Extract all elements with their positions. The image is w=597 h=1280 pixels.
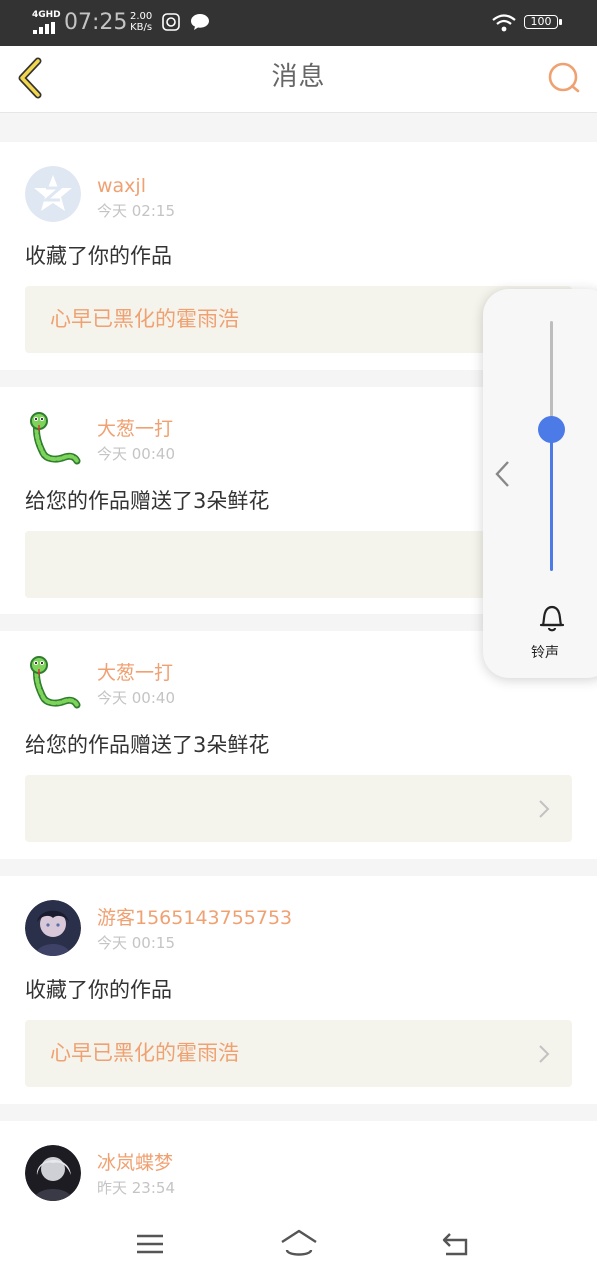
battery-icon: 100 <box>524 15 558 29</box>
speed-unit: KB/s <box>130 22 153 33</box>
avatar[interactable] <box>25 166 81 222</box>
message-action: 收藏了你的作品 <box>25 978 172 1002</box>
network-speed: 2.00 KB/s <box>130 11 152 33</box>
volume-panel[interactable]: 铃声 <box>483 289 597 678</box>
back-icon[interactable] <box>440 1230 470 1258</box>
network-type: 4GHD <box>32 10 61 20</box>
system-nav-bar <box>0 1210 597 1280</box>
message-time: 今天 00:40 <box>97 689 175 707</box>
avatar[interactable] <box>25 411 81 467</box>
message-card[interactable]: 游客1565143755753 今天 00:15 收藏了你的作品 心早已黑化的霍… <box>0 876 597 1104</box>
message-action: 给您的作品赠送了3朵鲜花 <box>25 489 270 513</box>
message-time: 今天 00:40 <box>97 445 175 463</box>
avatar[interactable] <box>25 1145 81 1201</box>
message-action: 给您的作品赠送了3朵鲜花 <box>25 733 270 757</box>
username[interactable]: 游客1565143755753 <box>97 907 292 929</box>
username[interactable]: 大葱一打 <box>97 662 173 684</box>
message-time: 今天 02:15 <box>97 202 175 220</box>
wifi-icon <box>492 14 516 32</box>
avatar[interactable] <box>25 655 81 711</box>
username[interactable]: 大葱一打 <box>97 418 173 440</box>
chevron-right-icon <box>539 800 550 818</box>
message-card[interactable]: 冰岚蝶梦 昨天 23:54 <box>0 1121 597 1210</box>
work-link[interactable]: 心早已黑化的霍雨浩 <box>25 1020 572 1087</box>
page-title: 消息 <box>271 62 326 92</box>
volume-slider-handle[interactable] <box>538 416 565 443</box>
clock: 07:25 <box>64 10 128 35</box>
work-title: 心早已黑化的霍雨浩 <box>50 307 239 331</box>
avatar[interactable] <box>25 900 81 956</box>
signal-icon <box>33 22 57 34</box>
app-notification-icon <box>162 13 180 31</box>
battery-tip <box>559 19 562 25</box>
speed-value: 2.00 <box>130 11 153 22</box>
home-icon[interactable] <box>279 1228 319 1260</box>
volume-track-empty[interactable] <box>550 321 553 429</box>
app-header: 消息 <box>0 46 597 113</box>
chevron-right-icon <box>539 1045 550 1063</box>
volume-track-filled[interactable] <box>550 429 553 571</box>
bell-icon[interactable] <box>538 603 566 633</box>
work-title: 心早已黑化的霍雨浩 <box>50 1041 239 1065</box>
work-link[interactable] <box>25 775 572 842</box>
username[interactable]: 冰岚蝶梦 <box>97 1152 173 1174</box>
message-time: 昨天 23:54 <box>97 1179 175 1197</box>
message-icon <box>191 14 209 30</box>
chevron-left-icon[interactable] <box>493 459 511 489</box>
search-icon[interactable] <box>546 60 582 96</box>
message-time: 今天 00:15 <box>97 934 175 952</box>
ringtone-label: 铃声 <box>531 645 559 661</box>
status-bar: 4GHD 07:25 2.00 KB/s 100 <box>0 0 597 46</box>
username[interactable]: waxjl <box>97 175 146 197</box>
menu-icon[interactable] <box>136 1232 164 1256</box>
message-action: 收藏了你的作品 <box>25 244 172 268</box>
